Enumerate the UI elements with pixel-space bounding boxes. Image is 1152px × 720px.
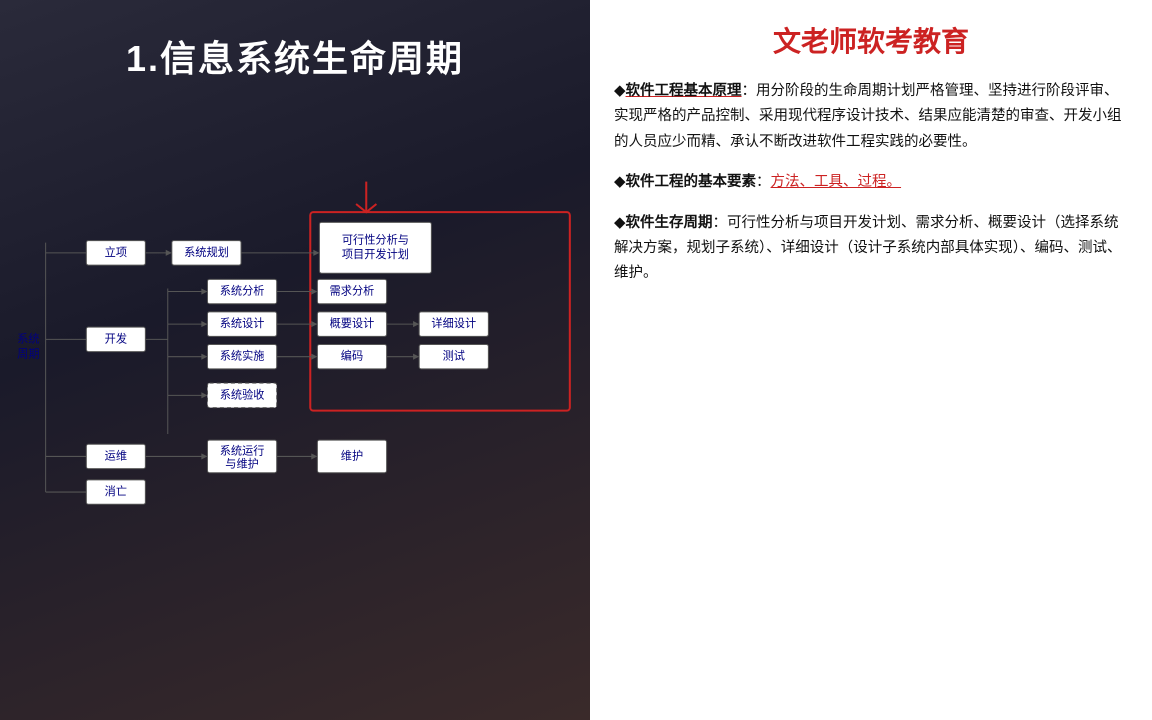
svg-text:系统规划: 系统规划 xyxy=(184,245,229,259)
bullet-1: ◆ xyxy=(614,82,626,99)
section-software-lifecycle: ◆软件生存周期：可行性分析与项目开发计划、需求分析、概要设计（选择系统解决方案，… xyxy=(614,210,1128,287)
svg-text:详细设计: 详细设计 xyxy=(431,316,476,330)
svg-text:开发: 开发 xyxy=(105,331,127,345)
svg-text:需求分析: 需求分析 xyxy=(330,283,375,297)
section-software-engineering-elements: ◆软件工程的基本要素：方法、工具、过程。 xyxy=(614,169,1128,195)
svg-text:与维护: 与维护 xyxy=(225,457,259,471)
svg-text:系统验收: 系统验收 xyxy=(220,387,265,401)
svg-text:概要设计: 概要设计 xyxy=(330,317,375,330)
svg-text:立项: 立项 xyxy=(105,245,127,259)
section-title-2: 软件工程的基本要素 xyxy=(626,174,757,190)
section-title-1: 软件工程基本原理 xyxy=(626,83,742,99)
svg-text:消亡: 消亡 xyxy=(105,484,127,498)
diagram-area: 系统 周期 立项 系统规划 xyxy=(10,110,580,640)
elements-text: 方法、工具、过程。 xyxy=(771,174,902,190)
bullet-3: ◆ xyxy=(614,214,626,231)
svg-text:系统实施: 系统实施 xyxy=(220,349,265,363)
left-panel: 1.信息系统生命周期 系统 周期 立项 xyxy=(0,0,590,720)
svg-text:编码: 编码 xyxy=(341,349,363,363)
right-panel-title: 文老师软考教育 xyxy=(614,20,1128,60)
svg-text:系统运行: 系统运行 xyxy=(220,444,265,457)
svg-text:系统: 系统 xyxy=(17,332,39,345)
svg-text:系统设计: 系统设计 xyxy=(220,317,265,330)
section-software-engineering-principles: ◆软件工程基本原理：用分阶段的生命周期计划严格管理、坚持进行阶段评审、实现严格的… xyxy=(614,78,1128,155)
right-panel: 文老师软考教育 ◆软件工程基本原理：用分阶段的生命周期计划严格管理、坚持进行阶段… xyxy=(590,0,1152,720)
lifecycle-diagram: 系统 周期 立项 系统规划 xyxy=(10,110,580,640)
svg-text:运维: 运维 xyxy=(105,449,127,462)
svg-text:测试: 测试 xyxy=(443,350,465,363)
section-title-3: 软件生存周期 xyxy=(626,215,713,231)
left-title: 1.信息系统生命周期 xyxy=(0,0,590,102)
svg-text:可行性分析与: 可行性分析与 xyxy=(342,233,409,247)
colon-2: ： xyxy=(756,174,771,190)
svg-text:系统分析: 系统分析 xyxy=(220,283,265,297)
svg-text:维护: 维护 xyxy=(341,448,363,462)
svg-text:项目开发计划: 项目开发计划 xyxy=(342,247,409,261)
bullet-2: ◆ xyxy=(614,173,626,190)
svg-text:周期: 周期 xyxy=(17,348,39,361)
